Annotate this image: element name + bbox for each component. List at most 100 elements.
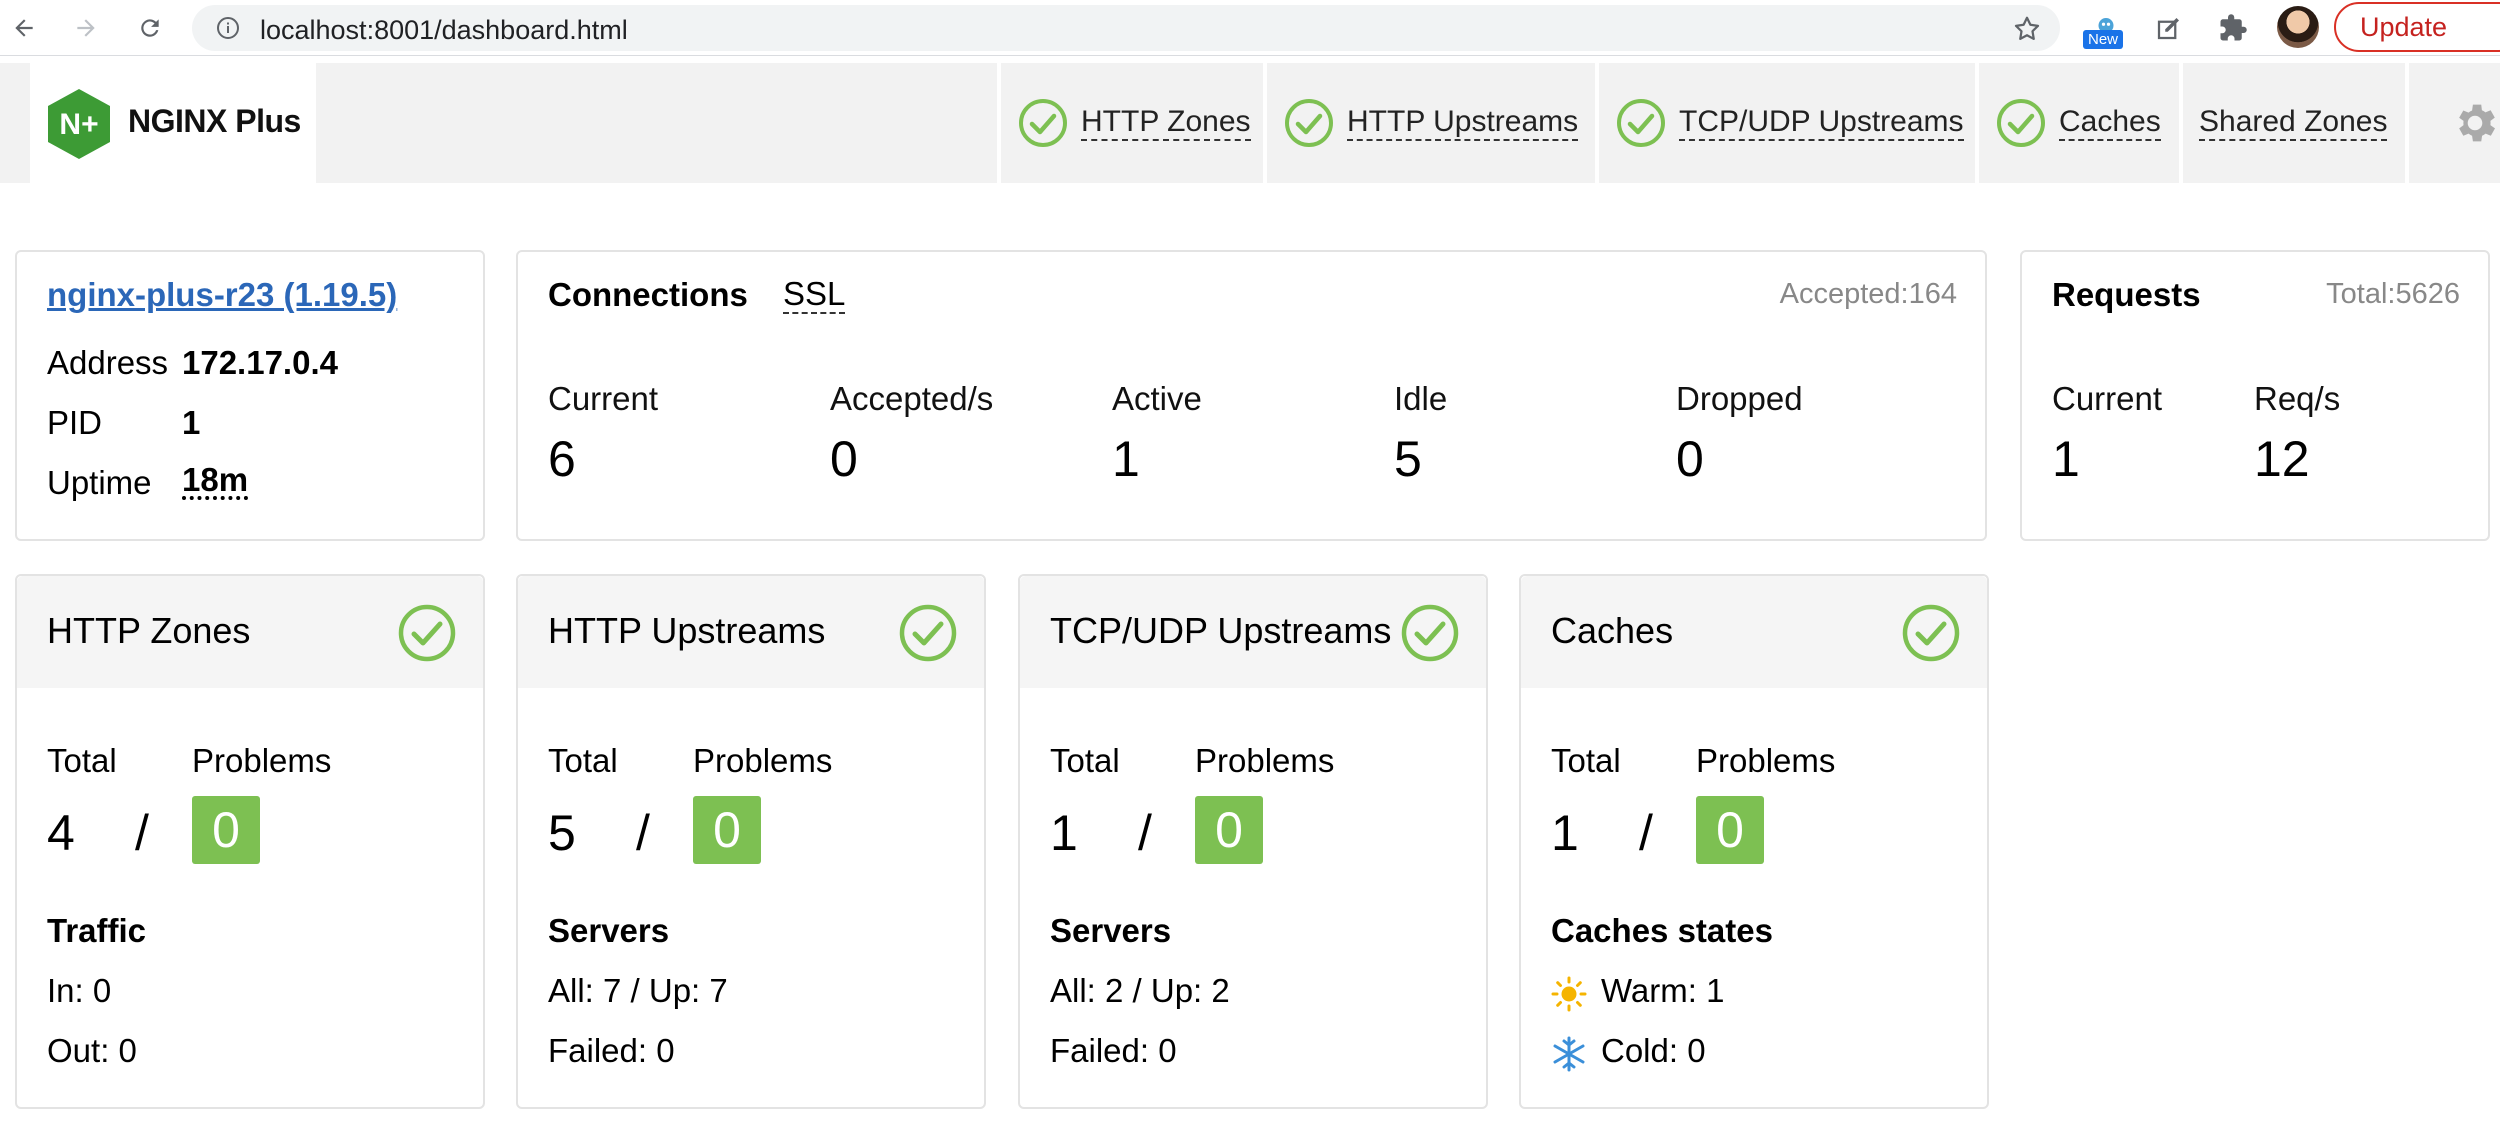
problems-badge: 0 [1696, 796, 1764, 864]
connections-card: Connections SSL Accepted:164 Current 6 A… [516, 250, 1987, 541]
tab-label: HTTP Zones [1081, 105, 1251, 141]
arrow-left-icon [15, 19, 33, 37]
servers-all-up: All: 2 / Up: 2 [1050, 972, 1230, 1009]
tcp-udp-upstreams-card[interactable]: TCP/UDP Upstreams Total Problems 1 / 0 S… [1018, 574, 1488, 1109]
update-label: Update [2360, 11, 2448, 42]
total-value: 1 [1050, 805, 1078, 861]
arrow-right-icon [77, 19, 95, 37]
check-circle-icon [1902, 604, 1960, 662]
card-header: TCP/UDP Upstreams [1020, 576, 1486, 688]
sun-icon [1551, 976, 1587, 1012]
extension-edit-button[interactable] [2147, 6, 2191, 50]
settings-tab[interactable] [2405, 63, 2500, 183]
address-value: 172.17.0.4 [182, 344, 338, 381]
star-icon[interactable] [2012, 14, 2042, 44]
extensions-button[interactable] [2211, 6, 2255, 50]
check-circle-icon [1019, 99, 1067, 147]
reload-button[interactable] [130, 8, 170, 48]
problems-label: Problems [1195, 742, 1335, 779]
total-label: Total [47, 742, 117, 779]
problems-label: Problems [693, 742, 833, 779]
tab-http-upstreams[interactable]: HTTP Upstreams [1263, 63, 1591, 183]
separator: / [135, 805, 149, 861]
section-title: Servers [548, 912, 670, 949]
card-header: Caches [1521, 576, 1987, 688]
separator: / [636, 805, 650, 861]
tab-shared-zones[interactable]: Shared Zones [2179, 63, 2401, 183]
card-header: HTTP Zones [17, 576, 483, 688]
card-title: TCP/UDP Upstreams [1050, 610, 1392, 651]
servers-all-up: All: 7 / Up: 7 [548, 972, 728, 1009]
tab-http-zones[interactable]: HTTP Zones [997, 63, 1259, 183]
problems-badge: 0 [1195, 796, 1263, 864]
problems-badge: 0 [192, 796, 260, 864]
check-circle-icon [1617, 99, 1665, 147]
tab-label: Shared Zones [2199, 105, 2388, 141]
stat-value: 5 [1394, 431, 1422, 487]
http-zones-card[interactable]: HTTP Zones Total Problems 4 / 0 Traffic … [15, 574, 485, 1109]
nginx-hexagon-icon: N+ [48, 89, 110, 159]
check-circle-icon [899, 604, 957, 662]
stat-label: Current [2052, 380, 2163, 417]
card-title: Caches [1551, 610, 1674, 651]
requests-title: Requests [2052, 276, 2201, 313]
tab-label: HTTP Upstreams [1347, 105, 1579, 141]
check-circle-icon [1401, 604, 1459, 662]
address-label: Address [47, 344, 169, 381]
total-label: Total [1050, 742, 1120, 779]
card-header: HTTP Upstreams [518, 576, 984, 688]
nginx-version-link[interactable]: nginx-plus-r23 (1.19.5) [47, 276, 397, 314]
http-upstreams-card[interactable]: HTTP Upstreams Total Problems 5 / 0 Serv… [516, 574, 986, 1109]
stat-value: 0 [830, 431, 858, 487]
card-title: HTTP Zones [47, 610, 251, 651]
separator: / [1138, 805, 1152, 861]
tab-label: TCP/UDP Upstreams [1679, 105, 1964, 141]
stat-value: 1 [2052, 431, 2080, 487]
cache-warm: Warm: 1 [1601, 972, 1725, 1009]
logo-text: NGINX Plus [128, 103, 301, 139]
total-value: 5 [548, 805, 576, 861]
tab-label: Caches [2059, 105, 2161, 141]
problems-label: Problems [1696, 742, 1836, 779]
uptime-value[interactable]: 18m [182, 463, 249, 500]
servers-failed: Failed: 0 [548, 1032, 675, 1069]
card-title: HTTP Upstreams [548, 610, 826, 651]
stat-label: Active [1112, 380, 1202, 417]
stat-label: Accepted/s [830, 380, 994, 417]
snowflake-icon [1553, 1036, 1585, 1072]
total-label: Total [1551, 742, 1621, 779]
forward-button[interactable] [66, 8, 106, 48]
dashboard-header: N+ NGINX Plus HTTP Zones HTTP Upstreams … [0, 63, 2500, 183]
reload-icon [141, 19, 159, 37]
total-value: 1 [1551, 805, 1579, 861]
stat-value: 12 [2254, 431, 2310, 487]
browser-toolbar: localhost:8001/dashboard.html New Update [0, 0, 2500, 56]
tab-tcp-udp-upstreams[interactable]: TCP/UDP Upstreams [1595, 63, 1971, 183]
separator: / [1639, 805, 1653, 861]
address-bar[interactable]: localhost:8001/dashboard.html [192, 5, 2060, 51]
nginx-logo: N+ NGINX Plus [30, 63, 316, 183]
section-title: Caches states [1551, 912, 1773, 949]
total-label: Total [548, 742, 618, 779]
connections-tab[interactable]: Connections [548, 276, 748, 314]
servers-failed: Failed: 0 [1050, 1032, 1177, 1069]
profile-avatar[interactable] [2277, 6, 2319, 48]
tab-caches[interactable]: Caches [1975, 63, 2175, 183]
back-button[interactable] [4, 8, 44, 48]
problems-badge: 0 [693, 796, 761, 864]
url-text: localhost:8001/dashboard.html [260, 15, 628, 45]
requests-card: Requests Total:5626 Current 1 Req/s 12 [2020, 250, 2490, 541]
stat-label: Current [548, 380, 659, 417]
ssl-tab[interactable]: SSL [783, 276, 846, 314]
update-button[interactable]: Update [2334, 2, 2500, 52]
edit-document-icon [2157, 18, 2179, 40]
uptime-label: Uptime [47, 464, 152, 501]
stat-label: Idle [1394, 380, 1448, 417]
stat-label: Req/s [2254, 380, 2341, 417]
caches-card[interactable]: Caches Total Problems 1 / 0 Caches state… [1519, 574, 1989, 1109]
traffic-in: In: 0 [47, 972, 112, 1009]
info-icon[interactable] [216, 16, 240, 40]
check-circle-icon [398, 604, 456, 662]
stat-value: 0 [1676, 431, 1704, 487]
problems-label: Problems [192, 742, 332, 779]
